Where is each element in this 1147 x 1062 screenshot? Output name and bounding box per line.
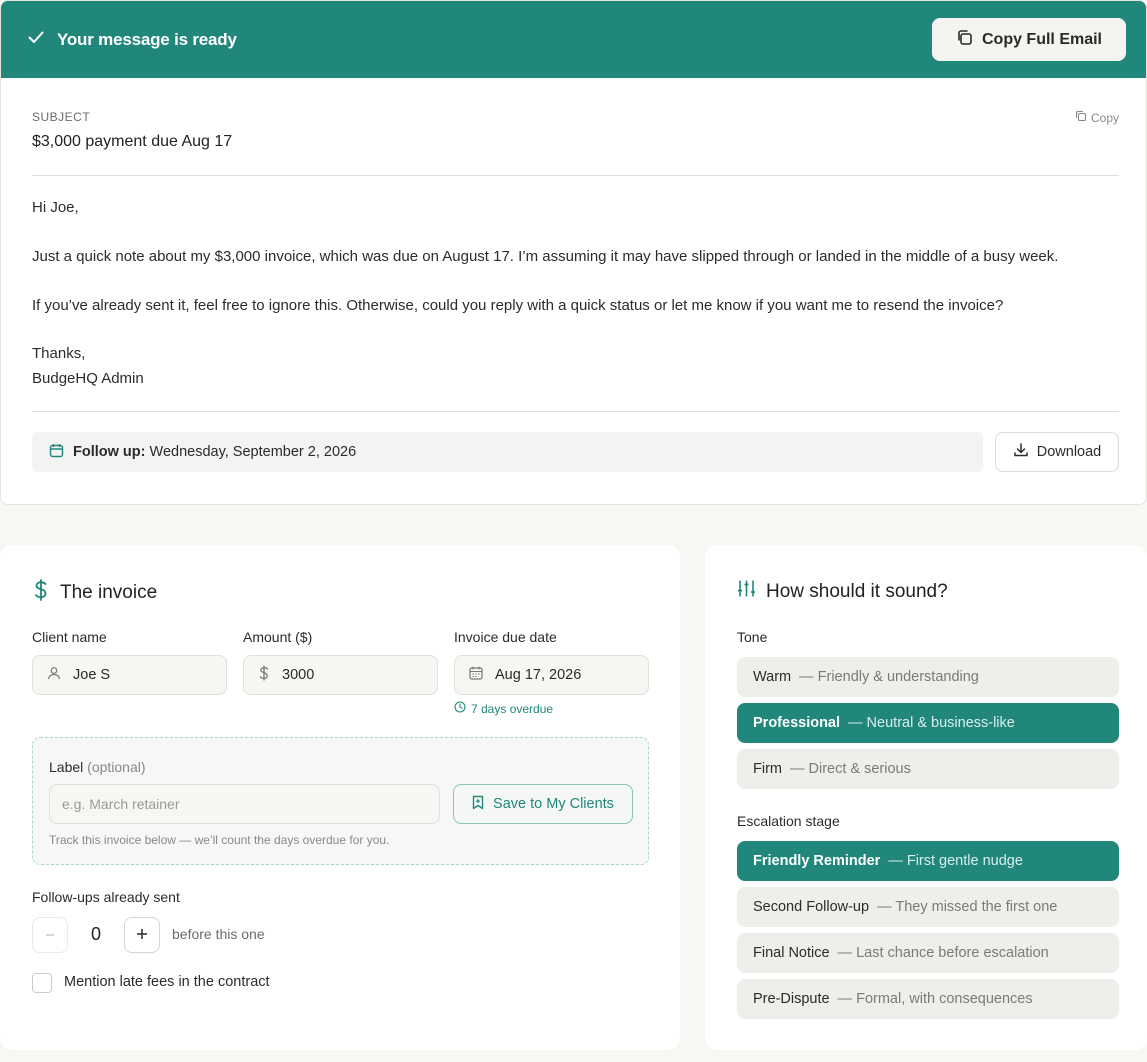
save-to-my-clients-label: Save to My Clients	[493, 796, 614, 812]
option-name: Warm	[753, 669, 792, 685]
late-fees-checkbox[interactable]	[32, 973, 52, 993]
ready-banner: Your message is ready Copy Full Email	[1, 1, 1146, 78]
overdue-indicator: 7 days overdue	[454, 701, 553, 716]
clock-icon	[454, 701, 466, 716]
option-description: — Formal, with consequences	[837, 991, 1033, 1007]
follow-up-date: Wednesday, September 2, 2026	[149, 444, 357, 460]
due-date-value: Aug 17, 2026	[495, 667, 582, 683]
sound-panel	[705, 545, 1147, 1050]
label-placeholder: e.g. March retainer	[62, 796, 180, 812]
download-button[interactable]: Download	[995, 432, 1119, 472]
overdue-text: 7 days overdue	[471, 701, 554, 716]
followups-count: 0	[90, 924, 101, 944]
copy-full-email-button[interactable]: Copy Full Email	[931, 18, 1126, 61]
tone-option-professional[interactable]: Professional — Neutral & business-like	[737, 703, 1119, 743]
sliders-icon	[737, 579, 756, 604]
copy-icon	[956, 29, 973, 51]
email-subject: $3,000 payment due Aug 17	[32, 133, 233, 150]
followups-label: Follow-ups already sent	[32, 889, 180, 905]
label-section: Label (optional) e.g. March retainer Sav…	[32, 737, 649, 865]
option-description: — Last chance before escalation	[837, 945, 1049, 961]
option-description: — Friendly & understanding	[799, 669, 979, 685]
option-name: Professional	[753, 715, 841, 731]
sound-title: How should it sound?	[766, 580, 948, 602]
bookmark-plus-icon	[472, 795, 484, 814]
due-date-label: Invoice due date	[454, 629, 557, 645]
minus-icon	[44, 924, 56, 947]
amount-label: Amount ($)	[243, 629, 313, 645]
invoice-title: The invoice	[60, 582, 158, 603]
check-icon	[27, 28, 45, 51]
email-paragraph: If you’ve already sent it, feel free to …	[32, 297, 1004, 314]
calendar-icon	[469, 666, 483, 684]
escalation-stage-label: Escalation stage	[737, 813, 840, 829]
email-paragraph: Just a quick note about my $3,000 invoic…	[32, 248, 1059, 265]
decrement-button[interactable]	[32, 917, 68, 953]
client-name-label: Client name	[32, 629, 107, 645]
save-to-my-clients-button[interactable]: Save to My Clients	[453, 784, 633, 824]
late-fees-label[interactable]: Mention late fees in the contract	[64, 974, 270, 990]
option-description: — First gentle nudge	[888, 853, 1023, 869]
banner-heading: Your message is ready	[27, 28, 237, 51]
option-name: Friendly Reminder	[753, 853, 881, 869]
email-signature: BudgeHQ Admin	[32, 370, 144, 387]
option-description: — They missed the first one	[877, 899, 1058, 915]
label-title: Label	[49, 759, 84, 775]
label-hint: Track this invoice below — we’ll count t…	[49, 833, 390, 847]
stage-option-second-follow-up[interactable]: Second Follow-up — They missed the first…	[737, 887, 1119, 927]
user-icon	[47, 666, 61, 684]
client-name-value: Joe S	[73, 667, 111, 683]
subject-label: SUBJECT	[32, 110, 91, 124]
tone-label: Tone	[737, 629, 768, 645]
follow-up-prefix: Follow up:	[73, 444, 146, 460]
stage-option-pre-dispute[interactable]: Pre-Dispute — Formal, with consequences	[737, 979, 1119, 1019]
amount-input[interactable]: 3000	[243, 655, 438, 695]
stage-option-final-notice[interactable]: Final Notice — Last chance before escala…	[737, 933, 1119, 973]
sound-panel-title: How should it sound?	[737, 579, 948, 604]
divider	[32, 175, 1119, 176]
amount-value: 3000	[282, 667, 315, 683]
option-description: — Neutral & business-like	[848, 715, 1015, 731]
label-optional: (optional)	[87, 759, 146, 775]
tone-option-warm[interactable]: Warm — Friendly & understanding	[737, 657, 1119, 697]
email-greeting: Hi Joe,	[32, 199, 79, 216]
option-name: Firm	[753, 761, 782, 777]
email-signoff: Thanks,	[32, 345, 86, 362]
invoice-panel-title: The invoice	[32, 579, 157, 607]
divider	[32, 411, 1119, 412]
option-name: Second Follow-up	[753, 899, 870, 915]
copy-icon	[1075, 110, 1087, 125]
calendar-icon	[49, 443, 64, 462]
followups-suffix: before this one	[172, 926, 265, 942]
option-description: — Direct & serious	[790, 761, 911, 777]
copy-subject-label: Copy	[1090, 110, 1119, 125]
increment-button[interactable]	[124, 917, 160, 953]
tone-option-firm[interactable]: Firm — Direct & serious	[737, 749, 1119, 789]
label-input[interactable]: e.g. March retainer	[49, 784, 440, 824]
copy-subject-button[interactable]: Copy	[1075, 110, 1119, 125]
label-field-label: Label (optional)	[49, 759, 146, 775]
banner-title: Your message is ready	[57, 29, 237, 49]
option-name: Final Notice	[753, 945, 830, 961]
option-name: Pre-Dispute	[753, 991, 830, 1007]
follow-up-date-bar: Follow up: Wednesday, September 2, 2026	[32, 432, 983, 472]
copy-full-email-label: Copy Full Email	[981, 30, 1102, 48]
due-date-input[interactable]: Aug 17, 2026	[454, 655, 649, 695]
dollar-icon	[32, 579, 50, 607]
dollar-icon	[258, 665, 270, 685]
plus-icon	[135, 924, 149, 947]
client-name-input[interactable]: Joe S	[32, 655, 227, 695]
download-icon	[1013, 442, 1029, 462]
stage-option-friendly-reminder[interactable]: Friendly Reminder — First gentle nudge	[737, 841, 1119, 881]
download-label: Download	[1036, 444, 1102, 460]
